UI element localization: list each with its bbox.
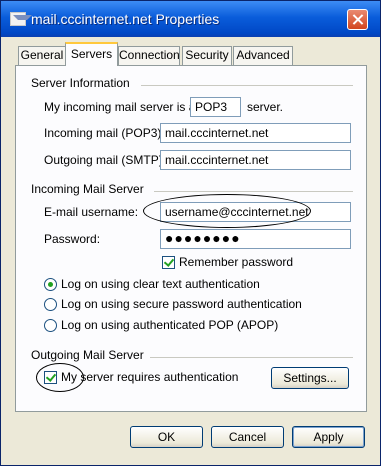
server-information-heading: Server Information (31, 76, 130, 90)
secure-password-auth-radio[interactable] (44, 298, 57, 311)
divider (150, 357, 353, 358)
ok-button[interactable]: OK (130, 426, 203, 448)
incoming-type-label: My incoming mail server is a (44, 100, 196, 114)
mail-account-icon (10, 12, 32, 26)
apop-auth-radio[interactable] (44, 319, 57, 332)
secure-password-auth-label: Log on using secure password authenticat… (61, 297, 302, 311)
outgoing-mail-server-heading: Outgoing Mail Server (31, 348, 144, 362)
properties-dialog: mail.cccinternet.net Properties General … (0, 0, 381, 466)
window-title: mail.cccinternet.net Properties (31, 11, 220, 27)
username-field[interactable]: username@cccinternet.net (160, 202, 351, 222)
servers-tab-panel: Server Information My incoming mail serv… (15, 65, 367, 412)
clear-text-auth-radio[interactable] (44, 278, 57, 291)
tab-servers[interactable]: Servers (65, 42, 118, 66)
apop-auth-label: Log on using authenticated POP (APOP) (61, 318, 279, 332)
tab-connection[interactable]: Connection (118, 46, 180, 65)
incoming-mail-server-heading: Incoming Mail Server (31, 182, 144, 196)
incoming-server-type-field: POP3 (190, 97, 241, 117)
username-label: E-mail username: (44, 205, 139, 219)
tab-general[interactable]: General (18, 46, 66, 65)
remember-password-label: Remember password (179, 255, 294, 269)
outgoing-mail-label: Outgoing mail (SMTP): (44, 153, 167, 167)
password-label: Password: (44, 232, 101, 246)
tab-security[interactable]: Security (182, 46, 232, 65)
divider (141, 85, 353, 86)
clear-text-auth-label: Log on using clear text authentication (61, 277, 260, 291)
incoming-mail-label: Incoming mail (POP3): (44, 126, 165, 140)
divider (154, 191, 353, 192)
password-field[interactable]: ●●●●●●●● (160, 229, 351, 249)
incoming-mail-field[interactable]: mail.cccinternet.net (160, 123, 351, 143)
requires-auth-label: My server requires authentication (61, 370, 239, 384)
cancel-button[interactable]: Cancel (211, 426, 284, 448)
outgoing-mail-field[interactable]: mail.cccinternet.net (160, 150, 351, 170)
incoming-type-suffix: server. (247, 100, 284, 114)
requires-auth-checkbox[interactable] (44, 371, 57, 384)
tab-advanced[interactable]: Advanced (233, 46, 293, 65)
title-bar[interactable]: mail.cccinternet.net Properties (1, 1, 380, 37)
close-button[interactable] (347, 9, 368, 30)
apply-button[interactable]: Apply (292, 426, 365, 448)
settings-button[interactable]: Settings... (271, 367, 349, 389)
remember-password-checkbox[interactable] (162, 256, 175, 269)
